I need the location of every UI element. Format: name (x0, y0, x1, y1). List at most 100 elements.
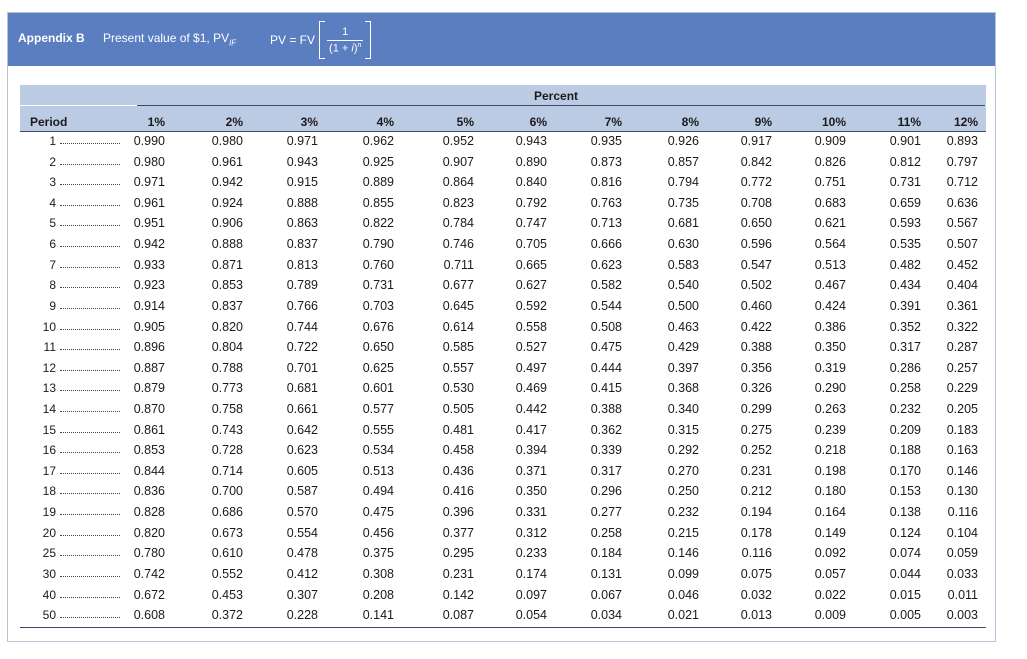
value-cell: 0.842 (740, 155, 772, 169)
value-cell: 0.299 (740, 402, 772, 416)
value-cell: 0.861 (133, 423, 165, 437)
value-cell: 0.429 (667, 340, 699, 354)
value-cell: 0.396 (442, 505, 474, 519)
value-cell: 0.540 (667, 278, 699, 292)
value-cell: 0.577 (362, 402, 394, 416)
value-cell: 0.505 (442, 402, 474, 416)
value-cell: 0.149 (814, 526, 846, 540)
value-cell: 0.218 (814, 443, 846, 457)
leader-dots (60, 225, 120, 226)
value-cell: 0.257 (946, 361, 978, 375)
value-cell: 0.558 (515, 320, 547, 334)
table-row: 11 0.896 0.804 0.722 0.650 0.585 0.527 0.475 0.4… (0, 340, 1000, 360)
leader-dots (60, 452, 120, 453)
value-cell: 0.855 (362, 196, 394, 210)
value-cell: 0.961 (211, 155, 243, 169)
value-cell: 0.215 (667, 526, 699, 540)
table-row: 3 0.971 0.942 0.915 0.889 0.864 0.840 0.816 0.79… (0, 175, 1000, 195)
period-cell: 4 (49, 196, 56, 210)
value-cell: 0.879 (133, 381, 165, 395)
formula-denominator: (1 + i)n (327, 39, 364, 54)
value-cell: 0.788 (211, 361, 243, 375)
value-cell: 0.015 (889, 588, 921, 602)
value-cell: 0.033 (946, 567, 978, 581)
value-cell: 0.906 (211, 216, 243, 230)
value-cell: 0.962 (362, 134, 394, 148)
value-cell: 0.141 (362, 608, 394, 622)
table-row: 8 0.923 0.853 0.789 0.731 0.677 0.627 0.582 0.54… (0, 278, 1000, 298)
value-cell: 0.621 (814, 216, 846, 230)
value-cell: 0.961 (133, 196, 165, 210)
table-row: 18 0.836 0.700 0.587 0.494 0.416 0.350 0.296 0.2… (0, 484, 1000, 504)
table-row: 2 0.980 0.961 0.943 0.925 0.907 0.890 0.873 0.85… (0, 155, 1000, 175)
value-cell: 0.444 (590, 361, 622, 375)
value-cell: 0.614 (442, 320, 474, 334)
leader-dots (60, 329, 120, 330)
value-cell: 0.751 (814, 175, 846, 189)
value-cell: 0.453 (211, 588, 243, 602)
value-cell: 0.728 (211, 443, 243, 457)
value-cell: 0.857 (667, 155, 699, 169)
value-cell: 0.296 (590, 484, 622, 498)
period-cell: 15 (42, 423, 56, 437)
value-cell: 0.350 (515, 484, 547, 498)
value-cell: 0.340 (667, 402, 699, 416)
value-cell: 0.666 (590, 237, 622, 251)
value-cell: 0.422 (740, 320, 772, 334)
value-cell: 0.467 (814, 278, 846, 292)
value-cell: 0.650 (740, 216, 772, 230)
value-cell: 0.270 (667, 464, 699, 478)
value-cell: 0.746 (442, 237, 474, 251)
value-cell: 0.164 (814, 505, 846, 519)
column-header-rule (20, 131, 986, 132)
leader-dots (60, 514, 120, 515)
value-cell: 0.686 (211, 505, 243, 519)
value-cell: 0.585 (442, 340, 474, 354)
formula-left-bracket (319, 21, 326, 59)
value-cell: 0.583 (667, 258, 699, 272)
value-cell: 0.853 (211, 278, 243, 292)
value-cell: 0.780 (133, 546, 165, 560)
column-header: 7% (604, 115, 622, 129)
value-cell: 0.208 (362, 588, 394, 602)
value-cell: 0.731 (362, 278, 394, 292)
value-cell: 0.319 (814, 361, 846, 375)
value-cell: 0.701 (286, 361, 318, 375)
value-cell: 0.233 (515, 546, 547, 560)
value-cell: 0.417 (515, 423, 547, 437)
value-cell: 0.763 (590, 196, 622, 210)
value-cell: 0.388 (740, 340, 772, 354)
value-cell: 0.146 (667, 546, 699, 560)
value-cell: 0.812 (889, 155, 921, 169)
leader-dots (60, 287, 120, 288)
value-cell: 0.054 (515, 608, 547, 622)
column-header: 3% (300, 115, 318, 129)
value-cell: 0.482 (889, 258, 921, 272)
leader-dots (60, 473, 120, 474)
period-cell: 17 (42, 464, 56, 478)
formula-exponent: n (357, 41, 362, 49)
value-cell: 0.744 (286, 320, 318, 334)
value-cell: 0.116 (741, 546, 772, 560)
value-cell: 0.853 (133, 443, 165, 457)
value-cell: 0.623 (590, 258, 622, 272)
value-cell: 0.198 (814, 464, 846, 478)
value-cell: 0.570 (286, 505, 318, 519)
value-cell: 0.673 (211, 526, 243, 540)
value-cell: 0.610 (211, 546, 243, 560)
value-cell: 0.534 (362, 443, 394, 457)
value-cell: 0.460 (740, 299, 772, 313)
table-row: 12 0.887 0.788 0.701 0.625 0.557 0.497 0.444 0.3… (0, 361, 1000, 381)
value-cell: 0.099 (667, 567, 699, 581)
column-header: 1% (147, 115, 165, 129)
value-cell: 0.391 (889, 299, 921, 313)
value-cell: 0.636 (946, 196, 978, 210)
value-cell: 0.131 (590, 567, 622, 581)
value-cell: 0.743 (211, 423, 243, 437)
value-cell: 0.844 (133, 464, 165, 478)
value-cell: 0.312 (515, 526, 547, 540)
pv-formula: PV = FV 1 (1 + i)n (270, 19, 372, 61)
value-cell: 0.924 (211, 196, 243, 210)
column-header: 5% (456, 115, 474, 129)
leader-dots (60, 597, 120, 598)
